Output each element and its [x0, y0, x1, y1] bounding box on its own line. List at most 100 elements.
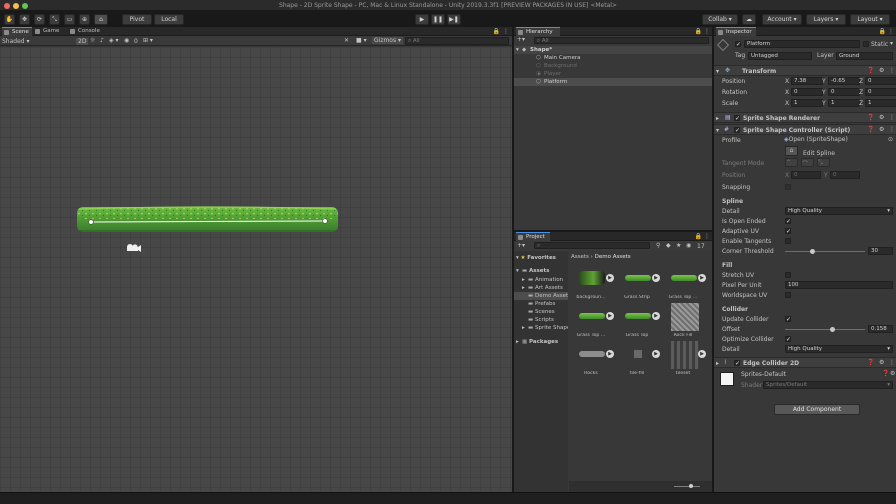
renderer-enabled-checkbox[interactable]: ✓ [734, 115, 740, 122]
snapping-checkbox[interactable] [785, 184, 791, 190]
sprite-shape-renderer-header[interactable]: ▸ ▤ ✓ Sprite Shape Renderer ❓ ⚙ ⋮ [714, 112, 896, 123]
asset-item[interactable]: Rock Fill [661, 303, 707, 341]
spline-point-end[interactable] [322, 218, 328, 224]
hierarchy-item[interactable]: ⬡ Platform [514, 78, 712, 86]
detail-dropdown[interactable]: High Quality ▾ [785, 207, 893, 215]
project-lock-icon[interactable]: 🔒 [695, 233, 702, 240]
tab-game[interactable]: Game [33, 27, 67, 36]
transform-preset-icon[interactable]: ⚙ [879, 67, 884, 74]
spline-point-start[interactable] [88, 219, 94, 225]
controller-fold-icon[interactable]: ▾ [716, 127, 719, 134]
expand-asset-icon[interactable]: ▶ [652, 312, 660, 320]
move-tool-button[interactable]: ✥ [19, 13, 30, 25]
fold-arrow-icon[interactable]: ▸ [516, 338, 519, 346]
cloud-button[interactable]: ☁ [742, 13, 756, 25]
material-help-icon[interactable]: ❓ [882, 370, 889, 377]
tangent-broken-button[interactable]: ⤡ [817, 158, 830, 167]
enable-tangents-checkbox[interactable] [785, 238, 791, 244]
adaptive-uv-checkbox[interactable]: ✓ [785, 228, 791, 235]
edge-collider-more-icon[interactable]: ⋮ [889, 359, 895, 366]
axis-z-label[interactable]: Z [859, 100, 863, 107]
grid-icon[interactable]: ⊞ ▾ [143, 38, 153, 44]
controller-more-icon[interactable]: ⋮ [889, 126, 895, 133]
project-tree-item[interactable]: ▸ ▦ Packages [514, 338, 568, 346]
inspector-menu-icon[interactable]: ⋮ [888, 28, 894, 35]
transform-more-icon[interactable]: ⋮ [889, 67, 895, 74]
layout-dropdown[interactable]: Layout ▾ [850, 13, 890, 25]
scene-search-input[interactable]: ⌕ All [405, 37, 509, 45]
controller-help-icon[interactable]: ❓ [867, 126, 874, 133]
transform-tool-button[interactable]: ⊕ [79, 13, 90, 25]
tangent-continuous-button[interactable]: ⌒ [801, 158, 814, 168]
hidden-packages-icon[interactable]: ◉ [686, 243, 691, 249]
hierarchy-item[interactable]: ▾ ◆ Shape* [514, 46, 712, 54]
edge-collider-preset-icon[interactable]: ⚙ [879, 359, 884, 366]
project-search-input[interactable]: ⌕ [534, 242, 650, 249]
worldspace-uv-checkbox[interactable] [785, 292, 791, 298]
static-dropdown-icon[interactable]: ▾ [890, 40, 893, 47]
transform-position-x-input[interactable]: 7.38 [791, 77, 823, 85]
project-tree-item[interactable]: ▸ ▬ Animation [514, 276, 568, 284]
project-tree-item[interactable]: ▾ ▬ Assets [514, 267, 568, 275]
transform-scale-y-input[interactable]: 1 [828, 99, 860, 107]
favorites-header[interactable]: ▾ ★ Favorites [516, 253, 556, 263]
scale-tool-button[interactable]: ⤡ [49, 13, 60, 25]
transform-fold-icon[interactable]: ▾ [716, 68, 719, 75]
gizmos-dropdown[interactable]: Gizmos ▾ [372, 37, 404, 44]
project-create-dropdown[interactable]: +▾ [517, 242, 525, 249]
active-checkbox[interactable]: ✓ [735, 41, 741, 48]
tab-project[interactable]: Project [516, 232, 550, 241]
lock-icon[interactable]: 🔒 [493, 28, 500, 35]
asset-item[interactable]: ▶ Grass Top [615, 303, 661, 341]
axis-y-label[interactable]: Y [822, 78, 826, 85]
hand-tool-button[interactable]: ✋ [4, 13, 15, 25]
platform-sprite-shape[interactable] [77, 206, 338, 232]
axis-y-label[interactable]: Y [822, 100, 826, 107]
asset-item[interactable]: ▶ Rocks [569, 341, 615, 379]
expand-asset-icon[interactable]: ▶ [652, 274, 660, 282]
hierarchy-menu-icon[interactable]: ⋮ [704, 28, 710, 35]
profile-field[interactable]: ◈Open (SpriteShape) ⊙ [784, 136, 894, 144]
transform-rotation-x-input[interactable]: 0 [791, 88, 823, 96]
create-dropdown[interactable]: +▾ [517, 36, 525, 43]
project-tree-item[interactable]: ▸ ▬ Art Assets [514, 284, 568, 292]
inspector-lock-icon[interactable]: 🔒 [879, 28, 886, 35]
rect-tool-button[interactable]: ▭ [64, 13, 75, 25]
axis-x-label[interactable]: X [785, 78, 789, 85]
play-button[interactable]: ▶ [415, 13, 429, 25]
hierarchy-lock-icon[interactable]: 🔒 [695, 28, 702, 35]
account-dropdown[interactable]: Account ▾ [762, 13, 802, 25]
expand-asset-icon[interactable]: ▶ [698, 350, 706, 358]
layer-dropdown[interactable]: Ground [836, 52, 893, 60]
breadcrumb-leaf[interactable]: Demo Assets [595, 254, 631, 260]
tab-scene[interactable]: Scene [2, 27, 32, 36]
step-button[interactable]: ▶❚ [447, 13, 461, 25]
object-name-input[interactable]: Platform [744, 40, 860, 48]
renderer-help-icon[interactable]: ❓ [867, 114, 874, 121]
menu-icon[interactable]: ⋮ [503, 28, 509, 35]
point-y-input[interactable]: 0 [830, 171, 860, 179]
object-picker-icon[interactable]: ⊙ [888, 136, 893, 144]
zoom-slider-track[interactable] [674, 486, 700, 487]
hierarchy-item[interactable]: ⬡ Background [514, 62, 712, 70]
add-component-button[interactable]: Add Component [774, 404, 860, 415]
project-tree-item[interactable]: ▬ Prefabs [514, 300, 568, 308]
project-menu-icon[interactable]: ⋮ [704, 233, 710, 240]
project-tree-item[interactable]: ▸ ▬ Sprite Shape [514, 324, 568, 332]
scene-canvas[interactable] [0, 47, 512, 492]
asset-item[interactable]: ▶ Grass Top ... [661, 265, 707, 303]
transform-rotation-z-input[interactable]: 0 [865, 88, 896, 96]
expand-asset-icon[interactable]: ▶ [698, 274, 706, 282]
offset-slider[interactable] [785, 326, 865, 333]
transform-rotation-y-input[interactable]: 0 [828, 88, 860, 96]
hierarchy-item[interactable]: ▸ ⬡ Player [514, 70, 712, 78]
camera-gizmo-icon[interactable] [127, 244, 141, 252]
layers-dropdown[interactable]: Layers ▾ [806, 13, 846, 25]
edge-collider-enabled-checkbox[interactable]: ✓ [734, 360, 740, 367]
pause-button[interactable]: ❚❚ [431, 13, 445, 25]
pivot-toggle-button[interactable]: Pivot [122, 13, 152, 25]
spline-tool-button[interactable]: ⌂ [94, 13, 108, 25]
lighting-icon[interactable]: ☼ [90, 38, 95, 44]
corner-threshold-slider[interactable] [785, 248, 865, 255]
renderer-preset-icon[interactable]: ⚙ [879, 114, 884, 121]
